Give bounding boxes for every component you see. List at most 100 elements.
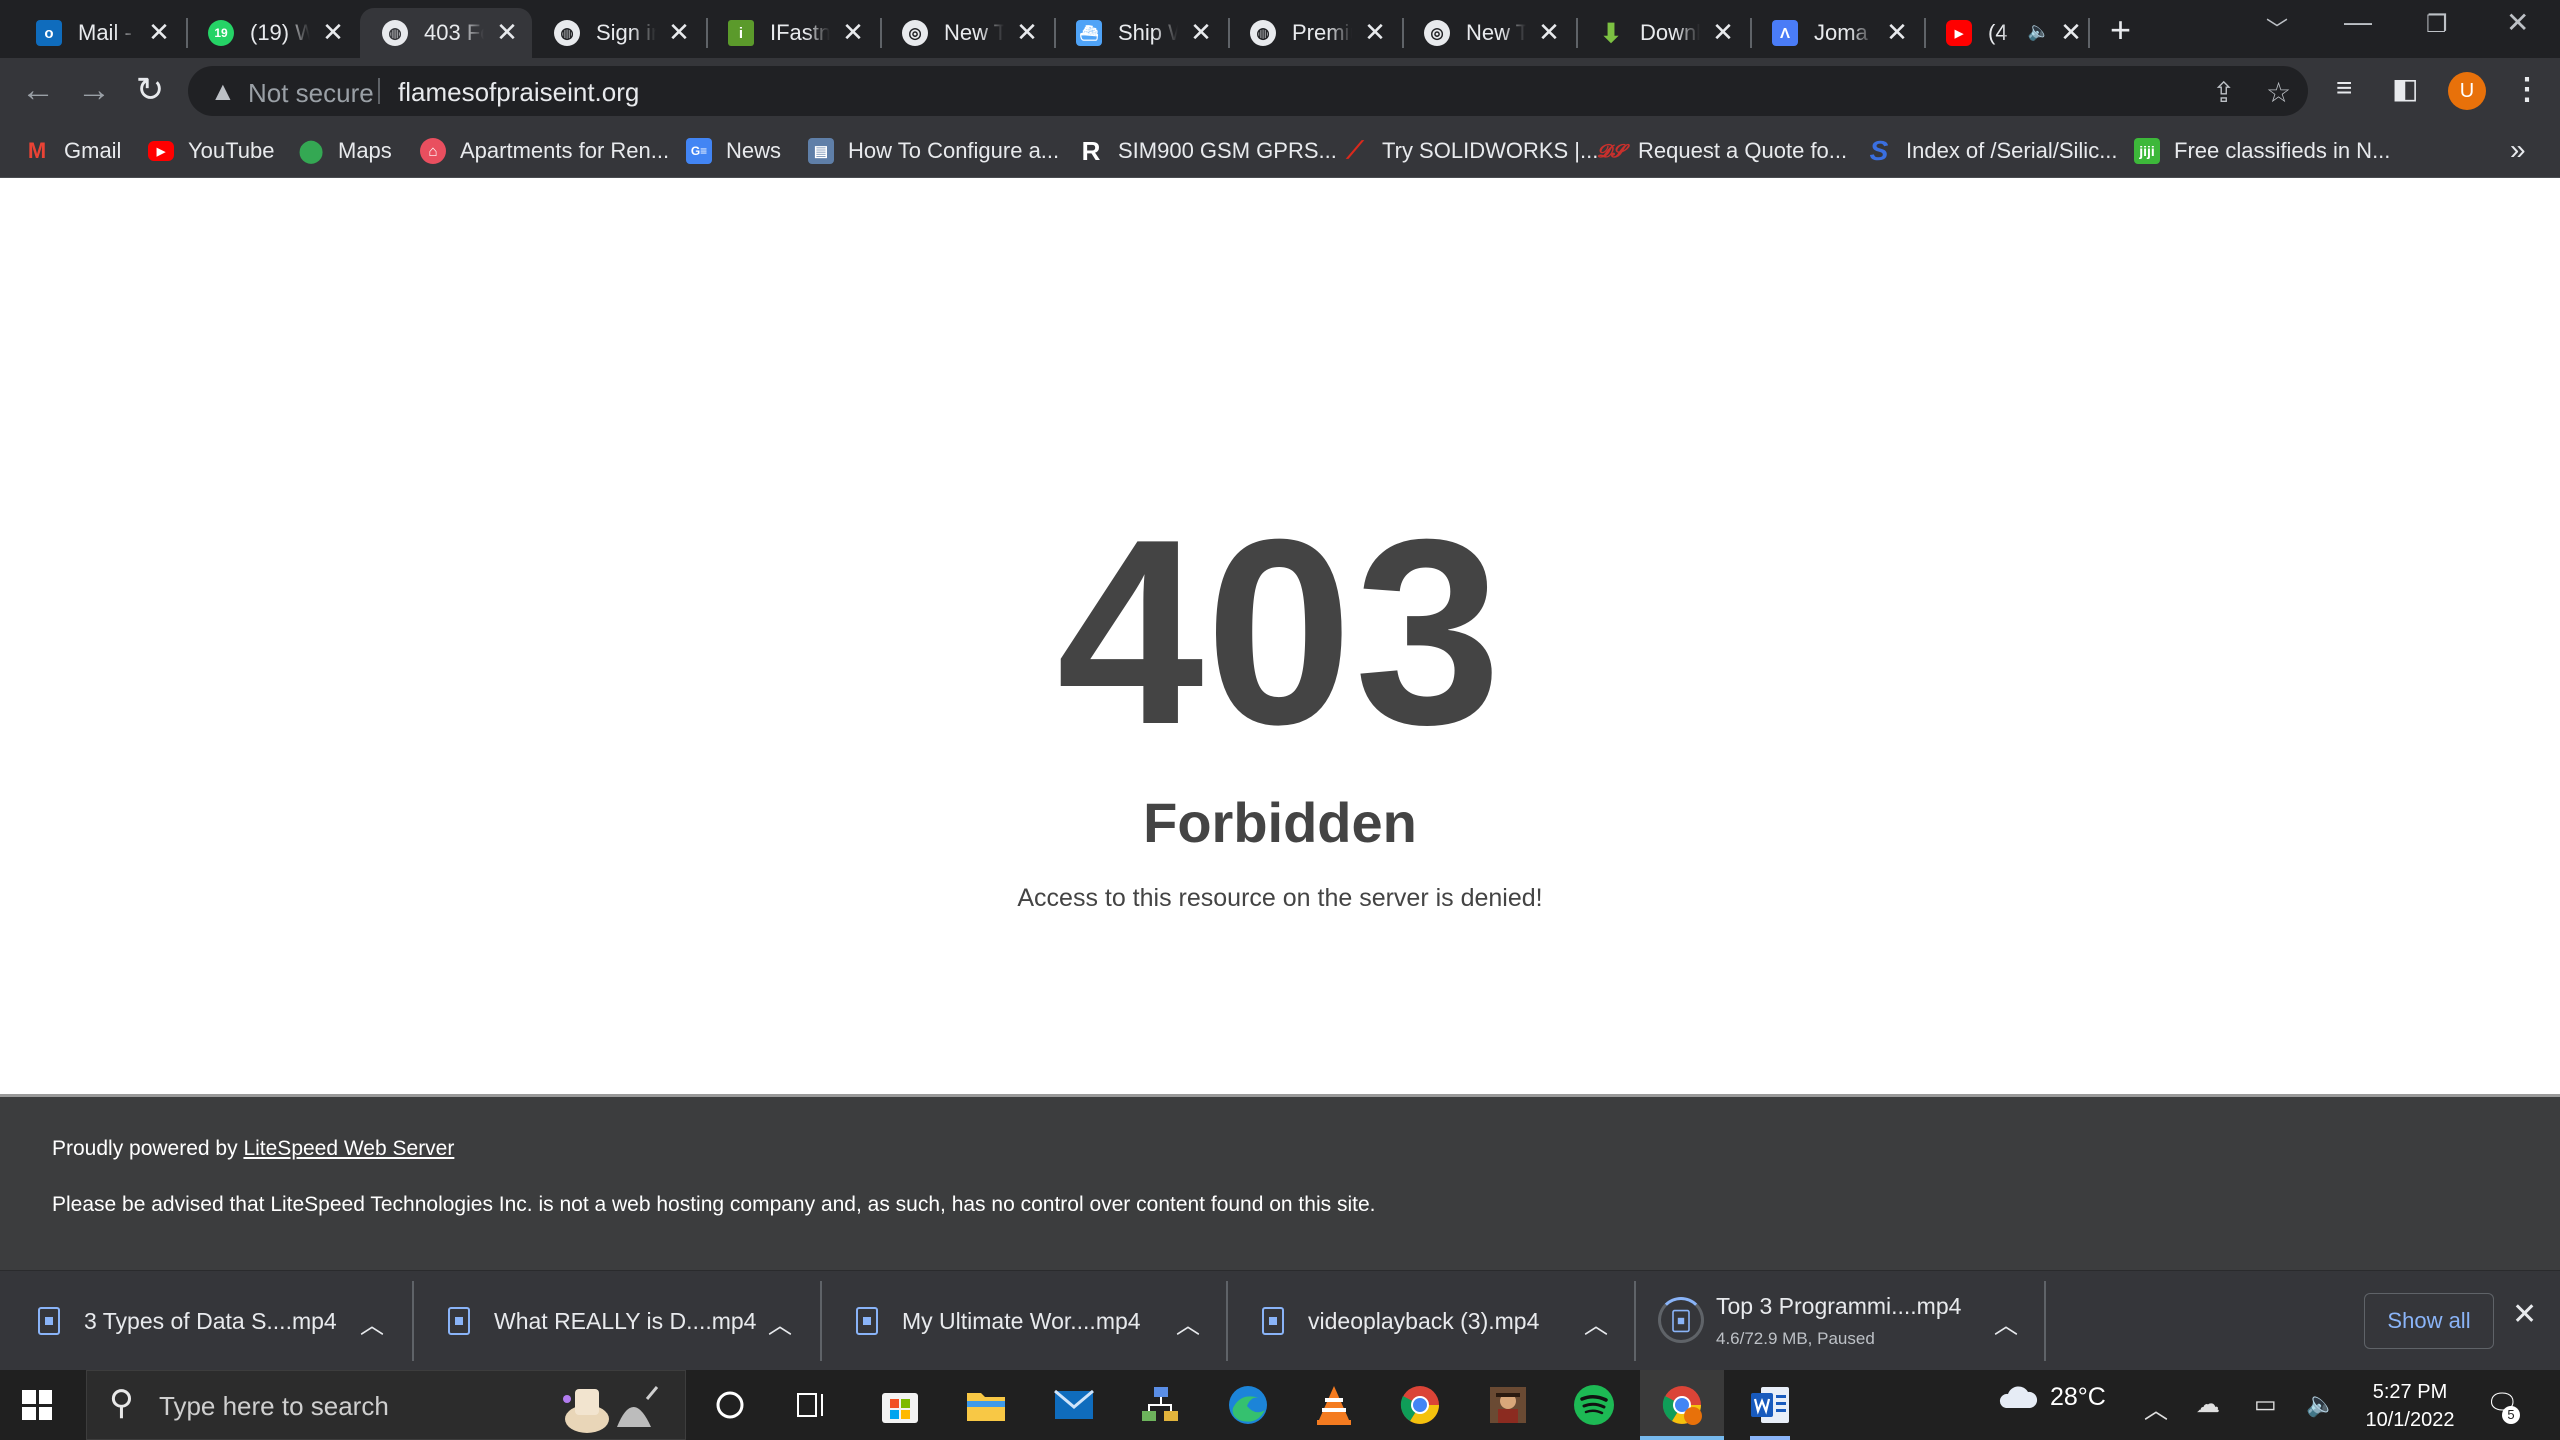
file-explorer-button[interactable] (944, 1370, 1028, 1440)
bookmark-gmail[interactable]: M Gmail (24, 136, 122, 166)
new-tab-button[interactable]: + (2110, 12, 2131, 48)
reload-button[interactable]: ↻ (128, 70, 172, 110)
cloud-icon (1999, 1386, 2038, 1408)
close-icon[interactable]: ✕ (1884, 18, 1910, 46)
tab-download[interactable]: ⬇ Downl ✕ (1576, 8, 1748, 58)
bookmark-news[interactable]: G≡ News (686, 136, 781, 166)
onedrive-error-icon[interactable]: ☁ (2196, 1390, 2220, 1419)
tab-whatsapp[interactable]: 19 (19) W ✕ (186, 8, 358, 58)
download-item[interactable]: videoplayback (3).mp4 ︿ (1224, 1271, 1634, 1371)
close-icon[interactable]: ✕ (320, 18, 346, 46)
chrome-profile-button[interactable] (1640, 1370, 1724, 1440)
tab-ship-wide[interactable]: ⛴ Ship W ✕ (1054, 8, 1226, 58)
tab-title: Joma (1814, 20, 1868, 45)
tab-new-tab[interactable]: ◎ New Ta ✕ (880, 8, 1052, 58)
tab-title: New Ta (1466, 20, 1526, 45)
url-text[interactable]: flamesofpraiseint.org (398, 77, 639, 108)
tab-403-forbidden[interactable]: ◍ 403 Fo ✕ (360, 8, 532, 58)
globe-icon: ◍ (1250, 20, 1276, 46)
weather-widget[interactable]: 28°C (1996, 1382, 2106, 1412)
minimize-button[interactable]: — (2344, 6, 2372, 38)
powered-by-text: Proudly powered by LiteSpeed Web Server (52, 1137, 454, 1161)
warning-icon[interactable]: ▲ (210, 76, 236, 107)
cortana-button[interactable] (688, 1370, 772, 1440)
game-app-button[interactable] (1466, 1370, 1550, 1440)
bookmark-jiji[interactable]: jiji Free classifieds in N... (2134, 136, 2390, 166)
security-status[interactable]: Not secure (248, 78, 374, 109)
more-bookmarks-icon[interactable]: » (2510, 134, 2526, 166)
close-icon[interactable]: ✕ (2058, 18, 2084, 46)
bookmark-solidworks[interactable]: ⟋ Try SOLIDWORKS |... (1342, 136, 1599, 166)
cortana-icon (716, 1391, 744, 1419)
word-button[interactable] (1728, 1370, 1812, 1440)
close-shelf-icon[interactable]: ✕ (2512, 1297, 2537, 1332)
tab-mail[interactable]: o Mail - ✕ (14, 8, 184, 58)
tab-title: Mail - (78, 20, 132, 45)
close-icon[interactable]: ✕ (1536, 18, 1562, 46)
download-item[interactable]: 3 Types of Data S....mp4 ︿ (0, 1271, 412, 1371)
forward-button[interactable]: → (72, 70, 116, 110)
share-icon[interactable]: ⇪ (2212, 76, 2235, 109)
chevron-up-icon[interactable]: ︿ (1584, 1305, 1608, 1340)
edge-button[interactable] (1206, 1370, 1290, 1440)
bookmark-how-to-configure[interactable]: ▤ How To Configure a... (808, 136, 1059, 166)
close-icon[interactable]: ✕ (1188, 18, 1214, 46)
microsoft-store-button[interactable] (858, 1370, 942, 1440)
spotify-button[interactable] (1552, 1370, 1636, 1440)
close-icon[interactable]: ✕ (1014, 18, 1040, 46)
volume-icon[interactable]: 🔈 (2306, 1390, 2336, 1419)
tab-new-tab-2[interactable]: ◎ New Ta ✕ (1402, 8, 1574, 58)
download-item[interactable]: My Ultimate Wor....mp4 ︿ (818, 1271, 1226, 1371)
bookmark-request-quote[interactable]: 𝓓𝓢 Request a Quote fo... (1597, 136, 1847, 166)
bookmark-apartments[interactable]: ⌂ Apartments for Ren... (420, 136, 669, 166)
litespeed-link[interactable]: LiteSpeed Web Server (243, 1137, 454, 1160)
restore-button[interactable]: ❐ (2426, 10, 2448, 39)
tab-title: 403 Fo (424, 20, 484, 45)
video-file-icon (856, 1307, 878, 1335)
bookmark-sim900[interactable]: R SIM900 GSM GPRS... (1078, 136, 1337, 166)
back-button[interactable]: ← (16, 70, 60, 110)
tab-search-chevron-icon[interactable]: ﹀ (2266, 12, 2288, 44)
mail-button[interactable] (1032, 1370, 1116, 1440)
tab-premium[interactable]: ◍ Premiu ✕ (1228, 8, 1400, 58)
bookmark-youtube[interactable]: ▶ YouTube (148, 136, 274, 166)
bookmark-maps[interactable]: ⬤ Maps (298, 136, 392, 166)
profile-avatar[interactable]: U (2448, 72, 2486, 110)
close-icon[interactable]: ✕ (494, 18, 520, 46)
close-icon[interactable]: ✕ (1362, 18, 1388, 46)
close-icon[interactable]: ✕ (666, 18, 692, 46)
more-menu-icon[interactable]: ⋮ (2512, 72, 2542, 107)
speaker-icon[interactable]: 🔈 (2028, 21, 2050, 42)
window-close-button[interactable]: ✕ (2506, 6, 2529, 39)
bookmark-star-icon[interactable]: ☆ (2266, 76, 2291, 109)
battery-icon[interactable]: ▭ (2254, 1390, 2277, 1419)
search-placeholder[interactable]: Type here to search (159, 1391, 389, 1422)
close-icon[interactable]: ✕ (146, 18, 172, 46)
address-bar[interactable]: ▲ Not secure flamesofpraiseint.org ⇪ ☆ (188, 66, 2308, 116)
start-button[interactable] (22, 1390, 52, 1420)
chevron-up-icon[interactable]: ︿ (1994, 1305, 2018, 1340)
chrome-button[interactable] (1378, 1370, 1462, 1440)
bookmark-label: SIM900 GSM GPRS... (1118, 138, 1337, 163)
system-clock[interactable]: 5:27 PM 10/1/2022 (2350, 1378, 2470, 1434)
bookmark-index-serial[interactable]: S Index of /Serial/Silic... (1866, 135, 2118, 166)
tab-sign-in[interactable]: ◍ Sign in ✕ (532, 8, 704, 58)
show-all-button[interactable]: Show all (2364, 1293, 2494, 1349)
download-item[interactable]: What REALLY is D....mp4 ︿ (410, 1271, 820, 1371)
tab-joma[interactable]: Λ Joma ✕ (1750, 8, 1922, 58)
media-queue-icon[interactable]: ≡ (2336, 72, 2352, 104)
taskbar-search[interactable]: ⚲ Type here to search (86, 1370, 686, 1440)
vlc-button[interactable] (1292, 1370, 1376, 1440)
chevron-up-icon[interactable]: ︿ (1176, 1305, 1200, 1340)
task-view-button[interactable] (770, 1370, 854, 1440)
close-icon[interactable]: ✕ (840, 18, 866, 46)
close-icon[interactable]: ✕ (1710, 18, 1736, 46)
tab-youtube[interactable]: ▶ (4 🔈 ✕ (1924, 8, 2096, 58)
chevron-up-icon[interactable]: ︿ (768, 1305, 792, 1340)
hidden-icons-chevron-icon[interactable]: ︿ (2144, 1390, 2168, 1425)
chevron-up-icon[interactable]: ︿ (360, 1305, 384, 1340)
network-tool-button[interactable] (1118, 1370, 1202, 1440)
globe-icon: ◍ (554, 20, 580, 46)
tab-ifastnet[interactable]: i IFastne ✕ (706, 8, 878, 58)
side-panel-icon[interactable]: ◧ (2392, 72, 2418, 105)
